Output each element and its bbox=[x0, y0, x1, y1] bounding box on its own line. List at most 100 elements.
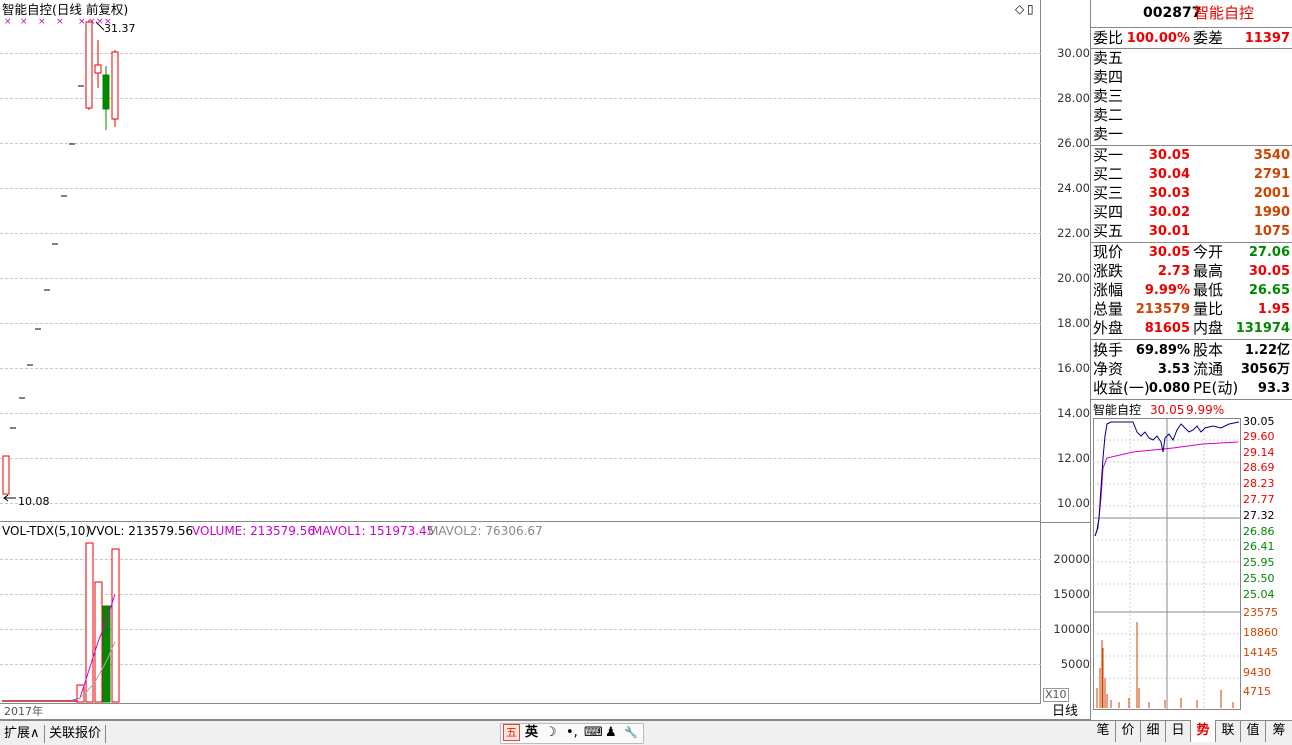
stat-label: 外盘 bbox=[1093, 319, 1124, 337]
vol-axis-tick: 15000 bbox=[1053, 587, 1090, 601]
stat-label: PE(动) bbox=[1193, 379, 1239, 397]
price-axis-tick: 20.00 bbox=[1057, 271, 1090, 285]
mini-price-tick: 27.32 bbox=[1243, 509, 1275, 522]
mini-price-tick: 30.05 bbox=[1243, 415, 1275, 428]
gridline bbox=[0, 559, 1041, 560]
svg-text:×: × bbox=[56, 17, 64, 27]
moon-icon[interactable]: ☽ bbox=[545, 724, 557, 742]
buy-row[interactable]: 买三 30.03 2001 bbox=[1093, 184, 1290, 203]
wrench-icon[interactable]: 🔧 bbox=[624, 724, 638, 742]
volume-panel[interactable] bbox=[0, 522, 1041, 704]
tab-value[interactable]: 值 bbox=[1241, 720, 1266, 742]
buy-label: 买三 bbox=[1093, 184, 1124, 202]
vol-axis-tick: 10000 bbox=[1053, 622, 1090, 636]
gridline bbox=[0, 503, 1041, 504]
float-shares: 3056万 bbox=[1240, 362, 1290, 377]
stat-row: 涨幅 9.99% 最低 26.65 bbox=[1093, 281, 1290, 300]
tab-trades[interactable]: 笔 bbox=[1091, 720, 1116, 742]
gridline bbox=[0, 664, 1041, 665]
buy-price: 30.04 bbox=[1148, 167, 1190, 182]
volume-bar bbox=[111, 548, 120, 703]
weibi-label: 委比 bbox=[1093, 29, 1124, 47]
buy-row[interactable]: 买二 30.04 2791 bbox=[1093, 165, 1290, 184]
tab-daily[interactable]: 日 bbox=[1166, 720, 1191, 742]
stat-label: 总量 bbox=[1093, 300, 1124, 318]
tab-chips[interactable]: 筹 bbox=[1266, 720, 1292, 742]
mini-price-tick: 28.69 bbox=[1243, 461, 1275, 474]
last-price: 30.05 bbox=[1148, 245, 1190, 260]
candle bbox=[111, 51, 119, 120]
tab-related[interactable]: 联 bbox=[1216, 720, 1241, 742]
mavol2-value: MAVOL2: 76306.67 bbox=[428, 524, 543, 538]
mini-volume-bars bbox=[1096, 622, 1234, 708]
turnover: 69.89% bbox=[1135, 343, 1190, 358]
mini-chart-pct: 9.99% bbox=[1186, 403, 1225, 417]
stat-row: 收益(一) 0.080 PE(动) 93.3 bbox=[1093, 379, 1290, 398]
vol-axis-tick: 20000 bbox=[1053, 552, 1090, 566]
english-icon[interactable]: 英 bbox=[525, 724, 538, 742]
candlestick-chart: ×××××××× 31.37 10.08 bbox=[2, 17, 136, 508]
diamond-icon[interactable]: ◇ bbox=[1015, 2, 1024, 16]
vol-unit: X10 bbox=[1043, 688, 1069, 702]
price-axis-tick: 16.00 bbox=[1057, 361, 1090, 375]
stat-label: 最高 bbox=[1193, 262, 1224, 280]
stat-label: 今开 bbox=[1193, 243, 1224, 261]
buy-row[interactable]: 买四 30.02 1990 bbox=[1093, 203, 1290, 222]
divider bbox=[1091, 399, 1292, 400]
buy-row[interactable]: 买五 30.01 1075 bbox=[1093, 222, 1290, 241]
stat-label: 现价 bbox=[1093, 243, 1124, 261]
stat-row: 涨跌 2.73 最高 30.05 bbox=[1093, 262, 1290, 281]
inner-volume: 131974 bbox=[1235, 321, 1290, 336]
stat-row: 外盘 81605 内盘 131974 bbox=[1093, 319, 1290, 338]
stat-label: 股本 bbox=[1193, 341, 1224, 359]
mini-price-tick: 29.14 bbox=[1243, 446, 1275, 459]
stat-label: 流通 bbox=[1193, 360, 1224, 378]
ime-mode-icon[interactable]: 五 bbox=[503, 724, 520, 741]
tab-price[interactable]: 价 bbox=[1116, 720, 1141, 742]
related-quotes-tab[interactable]: 关联报价 bbox=[49, 725, 107, 743]
price-axis-tick: 12.00 bbox=[1057, 451, 1090, 465]
gridline bbox=[0, 323, 1041, 324]
price-axis-tick: 14.00 bbox=[1057, 406, 1090, 420]
stat-label: 涨跌 bbox=[1093, 262, 1124, 280]
candle bbox=[94, 64, 102, 74]
weibi-row: 委比 100.00% 委差 11397 bbox=[1093, 29, 1290, 48]
mini-vol-tick: 14145 bbox=[1243, 646, 1278, 659]
svg-text:×: × bbox=[38, 17, 46, 27]
buy-row[interactable]: 买一 30.05 3540 bbox=[1093, 146, 1290, 165]
period-label[interactable]: 日线 bbox=[1052, 703, 1078, 721]
mini-intraday-chart bbox=[1093, 418, 1241, 710]
buy-volume: 1990 bbox=[1253, 205, 1290, 220]
divider bbox=[1091, 339, 1292, 340]
sell-label: 卖一 bbox=[1093, 125, 1124, 143]
mini-chart-price: 30.05 bbox=[1150, 403, 1185, 417]
tab-detail[interactable]: 细 bbox=[1141, 720, 1166, 742]
mini-chart-name: 智能自控 bbox=[1093, 403, 1142, 417]
vol-axis-box bbox=[1041, 522, 1090, 704]
candle bbox=[102, 74, 110, 110]
user-icon[interactable]: ♟ bbox=[605, 724, 617, 742]
gridline bbox=[0, 143, 1041, 144]
sell-row: 卖四 bbox=[1093, 68, 1290, 87]
date-axis bbox=[0, 704, 1090, 720]
high-label: 31.37 bbox=[104, 22, 136, 35]
stock-name: 智能自控 bbox=[1194, 4, 1255, 22]
punctuation-icon[interactable]: •, bbox=[566, 724, 578, 742]
tab-trend[interactable]: 势 bbox=[1191, 720, 1216, 742]
buy-price: 30.05 bbox=[1148, 148, 1190, 163]
mini-price-tick: 26.86 bbox=[1243, 525, 1275, 538]
ex-rights-markers: ×××××××× bbox=[4, 17, 112, 27]
mini-vol-tick: 9430 bbox=[1243, 666, 1271, 679]
kline-chart-panel[interactable] bbox=[0, 0, 1041, 522]
price-axis-tick: 30.00 bbox=[1057, 46, 1090, 60]
expand-tab[interactable]: 扩展∧ bbox=[4, 725, 45, 743]
mini-vol-tick: 18860 bbox=[1243, 626, 1278, 639]
sell-label: 卖三 bbox=[1093, 87, 1124, 105]
buy-label: 买四 bbox=[1093, 203, 1124, 221]
stat-label: 收益(一) bbox=[1093, 379, 1150, 397]
window-icon[interactable]: ▯ bbox=[1027, 2, 1034, 16]
keyboard-icon[interactable]: ⌨ bbox=[584, 724, 603, 742]
weicha-value: 11397 bbox=[1244, 31, 1290, 46]
total-volume: 213579 bbox=[1135, 302, 1190, 317]
svg-text:×: × bbox=[20, 17, 28, 27]
